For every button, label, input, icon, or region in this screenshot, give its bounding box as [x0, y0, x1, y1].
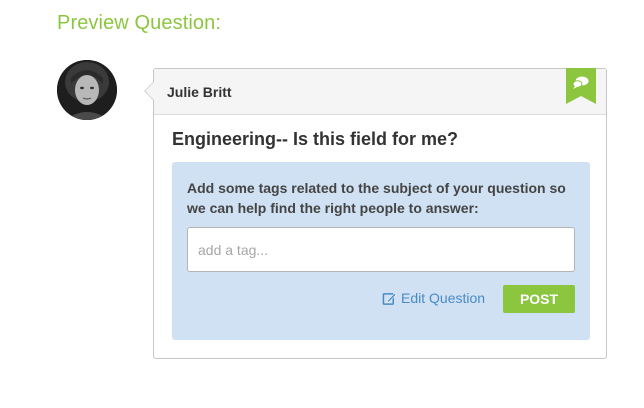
speech-bubbles-icon [566, 68, 596, 104]
edit-icon [382, 292, 397, 305]
avatar [57, 60, 117, 120]
tag-prompt: Add some tags related to the subject of … [187, 180, 566, 216]
tag-input[interactable] [187, 227, 575, 272]
card-header: Julie Britt [145, 69, 606, 115]
page-heading: Preview Question: [57, 12, 221, 34]
post-button[interactable]: POST [503, 285, 575, 313]
question-card: Julie Britt Engineering-- Is this field … [144, 68, 607, 359]
author-name[interactable]: Julie Britt [167, 84, 232, 100]
tag-panel: Add some tags related to the subject of … [172, 162, 590, 340]
question-title: Engineering-- Is this field for me? [172, 129, 459, 149]
edit-question-label: Edit Question [401, 290, 486, 306]
edit-question-link[interactable]: Edit Question [382, 290, 485, 306]
